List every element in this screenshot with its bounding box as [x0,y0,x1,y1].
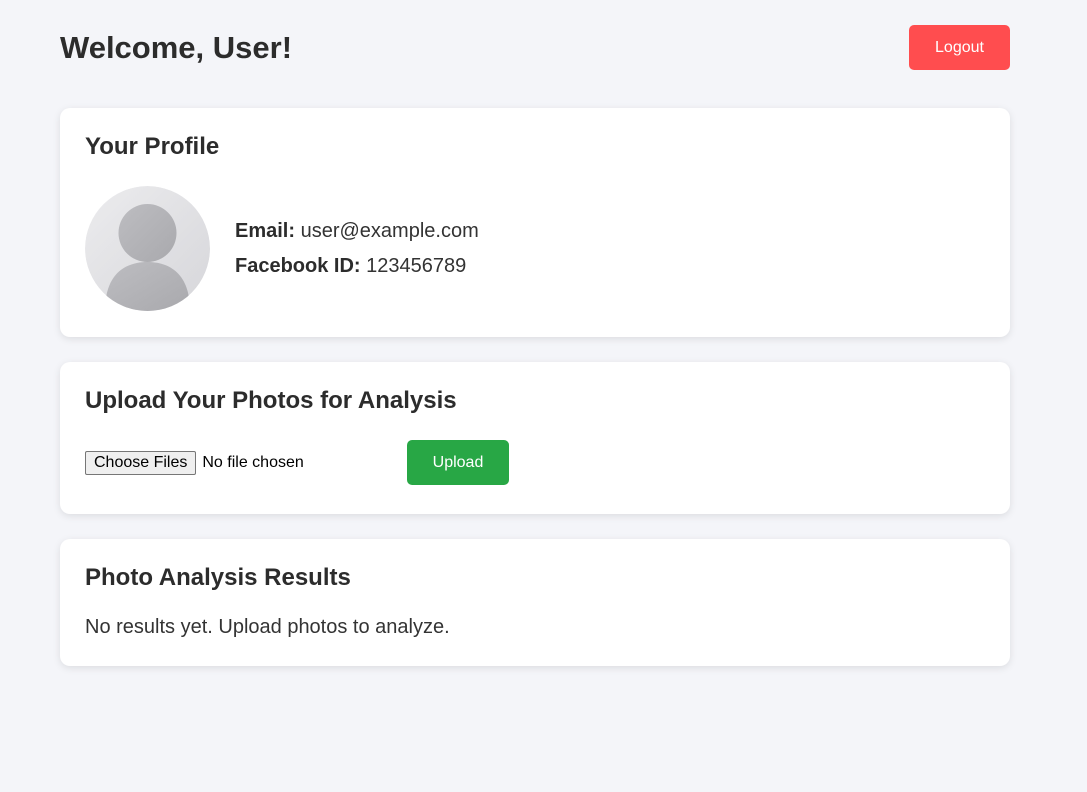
file-status: No file chosen [202,453,304,471]
upload-card: Upload Your Photos for Analysis Choose F… [60,362,1010,514]
page-title: Welcome, User! [60,29,293,65]
profile-card: Your Profile Email: user@example.com Fac… [60,108,1010,337]
facebook-id-label: Facebook ID: [235,254,361,277]
profile-title: Your Profile [85,133,220,160]
choose-files-button[interactable]: Choose Files [85,450,197,475]
email-value: user@example.com [300,219,479,242]
email-label: Email: [235,219,296,242]
dashboard-page: Welcome, User! Logout Your Profile Email… [0,0,1087,792]
results-card: Photo Analysis Results No results yet. U… [60,539,1010,666]
logout-button[interactable]: Logout [909,25,1010,70]
profile-info: Email: user@example.com Facebook ID: 123… [235,214,479,284]
upload-row: Choose Files No file chosen Upload [85,440,985,485]
facebook-id-row: Facebook ID: 123456789 [235,249,479,284]
header: Welcome, User! Logout [60,25,1010,70]
facebook-id-value: 123456789 [366,254,467,277]
email-row: Email: user@example.com [235,214,479,249]
results-empty-text: No results yet. Upload photos to analyze… [85,616,450,638]
profile-body: Email: user@example.com Facebook ID: 123… [85,186,985,311]
results-title: Photo Analysis Results [85,564,351,591]
file-input[interactable]: Choose Files No file chosen [85,450,407,475]
upload-title: Upload Your Photos for Analysis [85,387,457,414]
upload-button[interactable]: Upload [407,440,509,485]
user-avatar-icon [85,186,210,311]
